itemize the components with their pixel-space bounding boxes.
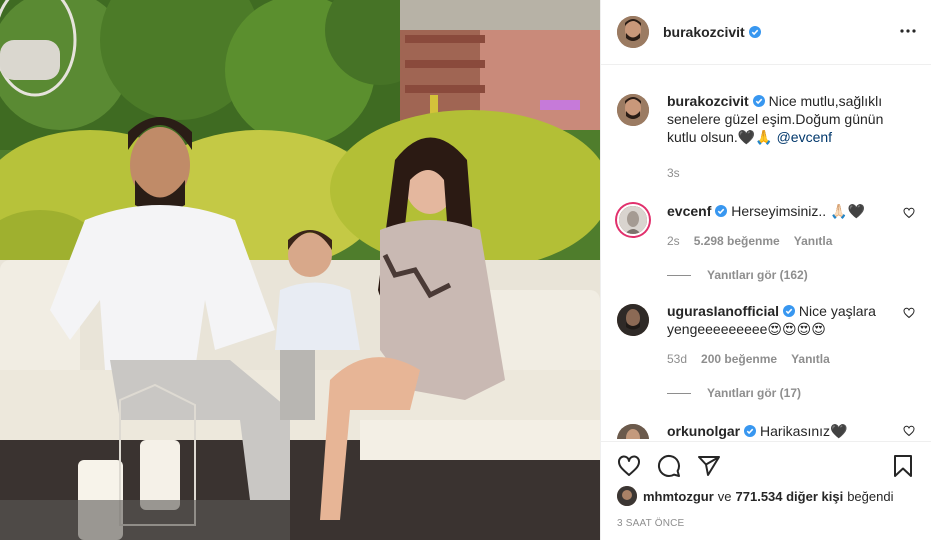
avatar[interactable] <box>617 486 637 506</box>
comment-meta: 2s 5.298 beğenme Yanıtla <box>667 232 891 250</box>
comment-username[interactable]: orkunolgar <box>667 423 740 439</box>
comment-time[interactable]: 53d <box>667 350 687 368</box>
comment-username[interactable]: ugurasIanofficial <box>667 303 779 319</box>
comment-text: Harikasınız🖤 <box>760 423 848 439</box>
comment-text: Herseyimsiniz.. 🙏🏻🖤 <box>731 203 865 219</box>
comment-row: ugurasIanofficial Nice yaşlara yengeeeee… <box>617 282 915 368</box>
reply-button[interactable]: Yanıtla <box>791 350 830 368</box>
caption-body: burakozcivit Nice mutlu,sağlıklı seneler… <box>667 92 915 182</box>
post-side-panel: burakozcivit burakozcivit Nice mutlu,sağ… <box>600 0 931 540</box>
comment-icon[interactable] <box>657 454 681 478</box>
avatar[interactable] <box>617 304 649 336</box>
post-photo-illustration <box>0 0 600 540</box>
replies-line <box>667 392 691 394</box>
post-photo[interactable] <box>0 0 600 540</box>
comment-like-heart-icon[interactable] <box>903 307 915 319</box>
post-timestamp[interactable]: 3 SAAT ÖNCE <box>617 518 915 529</box>
avatar-image <box>617 304 649 336</box>
post-actions: mhmtozgur ve 771.534 diğer kişi beğendi … <box>601 441 931 529</box>
caption-mention[interactable]: @evcenf <box>777 129 832 145</box>
replies-line <box>667 274 691 276</box>
caption-time[interactable]: 3s <box>667 164 680 182</box>
comments-list[interactable]: burakozcivit Nice mutlu,sağlıklı seneler… <box>601 66 931 439</box>
comment-like-heart-icon[interactable] <box>903 425 915 437</box>
avatar-image <box>617 16 649 48</box>
verified-icon <box>715 205 728 217</box>
avatar-image <box>617 486 637 506</box>
verified-icon <box>752 95 765 107</box>
comment-likes[interactable]: 200 beğenme <box>701 350 777 368</box>
verified-icon <box>744 425 757 437</box>
avatar-image <box>619 206 647 234</box>
liked-by-suffix: beğendi <box>847 488 894 504</box>
more-icon[interactable] <box>899 22 917 40</box>
comment-row: orkunolgar Harikasınız🖤 <box>617 400 915 439</box>
bookmark-icon[interactable] <box>891 454 915 478</box>
avatar[interactable] <box>617 94 649 126</box>
action-icons <box>617 442 915 490</box>
liked-by-user[interactable]: mhmtozgur <box>643 489 714 504</box>
caption-username[interactable]: burakozcivit <box>667 93 749 109</box>
post-author-username[interactable]: burakozcivit <box>663 24 745 40</box>
comment-like-heart-icon[interactable] <box>903 207 915 219</box>
comment-body: orkunolgar Harikasınız🖤 <box>667 422 915 439</box>
verified-icon <box>783 305 796 317</box>
liked-by-connector: ve <box>717 488 732 504</box>
caption-meta: 3s <box>667 164 891 182</box>
liked-by: mhmtozgur ve 771.534 diğer kişi beğendi <box>617 486 915 506</box>
avatar-image <box>617 94 649 126</box>
view-replies-button[interactable]: Yanıtları gör (162) <box>667 268 915 282</box>
comment-body: ugurasIanofficial Nice yaşlara yengeeeee… <box>667 302 915 368</box>
verified-icon <box>748 26 761 38</box>
comment-row: evcenf Herseyimsiniz.. 🙏🏻🖤 2s 5.298 beğe… <box>617 182 915 250</box>
comment-likes[interactable]: 5.298 beğenme <box>694 232 780 250</box>
comment-username[interactable]: evcenf <box>667 203 711 219</box>
view-replies-label: Yanıtları gör (162) <box>707 268 808 282</box>
avatar[interactable] <box>617 424 649 439</box>
avatar-image <box>617 424 649 439</box>
comment-meta: 53d 200 beğenme Yanıtla <box>667 350 891 368</box>
share-icon[interactable] <box>697 454 721 478</box>
reply-button[interactable]: Yanıtla <box>794 232 833 250</box>
avatar[interactable] <box>617 16 649 48</box>
caption-row: burakozcivit Nice mutlu,sağlıklı seneler… <box>617 66 915 182</box>
heart-icon[interactable] <box>617 454 641 478</box>
liked-by-others[interactable]: 771.534 diğer kişi <box>736 489 844 504</box>
comment-body: evcenf Herseyimsiniz.. 🙏🏻🖤 2s 5.298 beğe… <box>667 202 915 250</box>
view-replies-button[interactable]: Yanıtları gör (17) <box>667 386 915 400</box>
comment-time[interactable]: 2s <box>667 232 680 250</box>
view-replies-label: Yanıtları gör (17) <box>707 386 802 400</box>
avatar[interactable] <box>617 204 649 236</box>
post-header: burakozcivit <box>601 0 931 65</box>
